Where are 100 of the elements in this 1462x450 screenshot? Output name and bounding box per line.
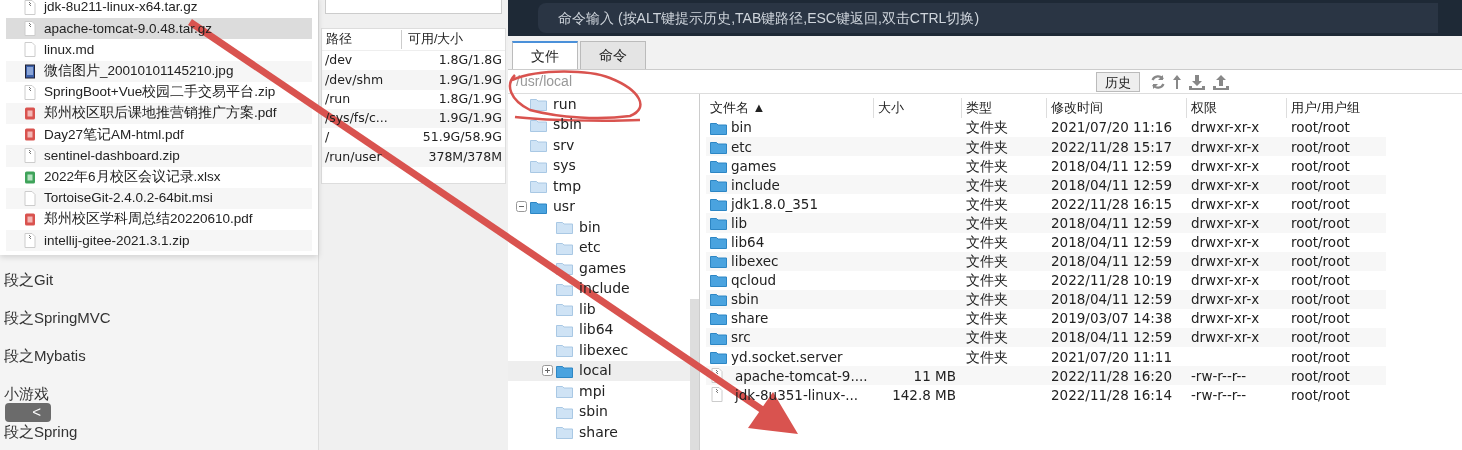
column-header[interactable]: 大小 (874, 98, 962, 118)
tree-item[interactable]: lib64 (508, 319, 690, 340)
table-cell: drwxr-xr-x (1191, 176, 1260, 193)
history-button[interactable]: 历史 (1096, 71, 1140, 92)
note-item[interactable]: 小游戏 (4, 383, 49, 406)
note-item[interactable]: 段之Git (4, 269, 54, 292)
folder-icon (710, 292, 727, 307)
table-cell-text: include (731, 175, 780, 195)
tree-item[interactable]: srv (508, 135, 690, 156)
tree-item[interactable]: tmp (508, 176, 690, 197)
folder-icon (530, 179, 547, 194)
table-cell-text: 378M/378M (427, 147, 503, 166)
table-cell: 文件夹 (966, 176, 1008, 193)
up-arrow-icon[interactable] (1172, 73, 1182, 90)
column-header[interactable]: 文件名 ▲ (706, 98, 874, 118)
input-field[interactable] (325, 0, 502, 14)
pdf-file-icon (24, 106, 36, 122)
table-cell: 2021/07/20 11:16 (1051, 119, 1172, 136)
table-cell-text: lib (731, 213, 748, 233)
tree-item[interactable]: etc (508, 237, 690, 258)
table-cell-text: jdk1.8.0_351 (731, 194, 818, 214)
table-cell: root/root (1291, 310, 1350, 327)
tree-item[interactable]: bin (508, 217, 690, 238)
file-row[interactable]: intellij-gitee-2021.3.1.zip (6, 230, 312, 252)
table-cell-text: sbin (731, 290, 759, 310)
archive-file-icon (24, 233, 36, 249)
table-cell: 11 MB (913, 367, 956, 384)
table-cell: drwxr-xr-x (1191, 329, 1260, 346)
table-cell-text: /run/user (324, 147, 383, 166)
table-cell: -rw-r--r-- (1191, 386, 1247, 403)
column-header[interactable]: 权限 (1187, 98, 1287, 118)
table-cell: 2018/04/11 12:59 (1051, 176, 1172, 193)
tree-item[interactable]: run (508, 94, 690, 115)
table-cell: drwxr-xr-x (1191, 138, 1260, 155)
column-header[interactable]: 用户/用户组 (1287, 98, 1386, 118)
collapse-icon[interactable] (516, 201, 527, 213)
archive-file-icon (24, 0, 36, 16)
tree-item[interactable]: libexec (508, 340, 690, 361)
file-row[interactable]: 郑州校区职后课地推营销推广方案.pdf (6, 102, 312, 125)
folder-icon (710, 216, 727, 230)
folder-icon (710, 139, 727, 154)
file-icon (24, 42, 36, 58)
command-input[interactable]: 命令输入 (按ALT键提示历史,TAB键路径,ESC键返回,双击CTRL切换) (538, 3, 1438, 33)
table-cell: 2018/04/11 12:59 (1051, 253, 1172, 270)
table-cell: root/root (1291, 234, 1350, 250)
table-cell-text: / (324, 128, 331, 147)
tree-item[interactable]: lib (508, 299, 690, 320)
folder-icon (710, 177, 727, 192)
tree-item[interactable]: sbin (508, 401, 690, 422)
tree-item[interactable]: mpi (508, 381, 690, 402)
tab[interactable]: 文件 (512, 41, 578, 69)
table-cell: root/root (1291, 291, 1350, 308)
table-cell: 文件夹 (966, 272, 1008, 289)
note-item[interactable]: 段之Spring (4, 421, 78, 444)
scrollbar[interactable] (690, 299, 699, 450)
note-item[interactable]: 段之Mybatis (4, 345, 86, 368)
tree-item[interactable]: games (508, 258, 690, 279)
folder-icon (556, 384, 573, 399)
back-button[interactable]: < (5, 403, 51, 422)
tree-item[interactable]: sbin (508, 114, 690, 135)
spreadsheet-file-icon (24, 169, 36, 185)
table-cell-text: /dev/shm (324, 70, 385, 89)
table-cell: 2018/04/11 12:59 (1051, 214, 1172, 231)
tree-item[interactable]: sys (508, 155, 690, 176)
table-cell-text: src (731, 328, 751, 348)
folder-icon (556, 322, 573, 337)
refresh-icon[interactable] (1150, 73, 1166, 90)
file-row[interactable]: TortoiseGit-2.4.0.2-64bit.msi (6, 187, 312, 209)
expand-icon[interactable] (542, 365, 553, 377)
table-cell: 文件夹 (966, 310, 1008, 327)
table-cell: 142.8 MB (892, 386, 956, 403)
table-cell: root/root (1291, 367, 1350, 384)
table-cell-text: games (731, 156, 777, 176)
table-cell: drwxr-xr-x (1191, 234, 1260, 250)
column-header[interactable]: 修改时间 (1047, 98, 1187, 118)
table-cell-text: /dev (324, 51, 354, 70)
tab[interactable]: 命令 (580, 41, 646, 69)
note-item[interactable]: 段之SpringMVC (4, 307, 111, 330)
table-cell-text: share (731, 309, 769, 329)
file-row[interactable]: sentinel-dashboard.zip (6, 145, 312, 167)
table-cell: root/root (1291, 253, 1350, 270)
table-cell: 2022/11/28 10:19 (1051, 272, 1172, 289)
column-header[interactable]: 可用/大小 (402, 30, 464, 49)
image-file-icon (24, 63, 36, 79)
upload-icon[interactable] (1212, 73, 1230, 90)
folder-icon (710, 311, 727, 326)
table-cell: drwxr-xr-x (1191, 310, 1260, 327)
column-header[interactable]: 类型 (962, 98, 1047, 118)
table-cell: 文件夹 (966, 138, 1008, 155)
table-cell: 2022/11/28 16:15 (1051, 195, 1172, 212)
table-cell-text: yd.socket.server (731, 347, 843, 367)
column-header[interactable]: 路径 (322, 30, 402, 49)
tree-item[interactable]: local (508, 360, 690, 381)
download-icon[interactable] (1188, 73, 1206, 90)
table-cell: 文件夹 (966, 253, 1008, 270)
table-cell-text: 51.9G/58.9G (421, 128, 503, 147)
table-cell: drwxr-xr-x (1191, 214, 1260, 231)
tree-item[interactable]: usr (508, 196, 690, 217)
table-cell: drwxr-xr-x (1191, 119, 1260, 136)
tree-item[interactable]: share (508, 422, 690, 443)
